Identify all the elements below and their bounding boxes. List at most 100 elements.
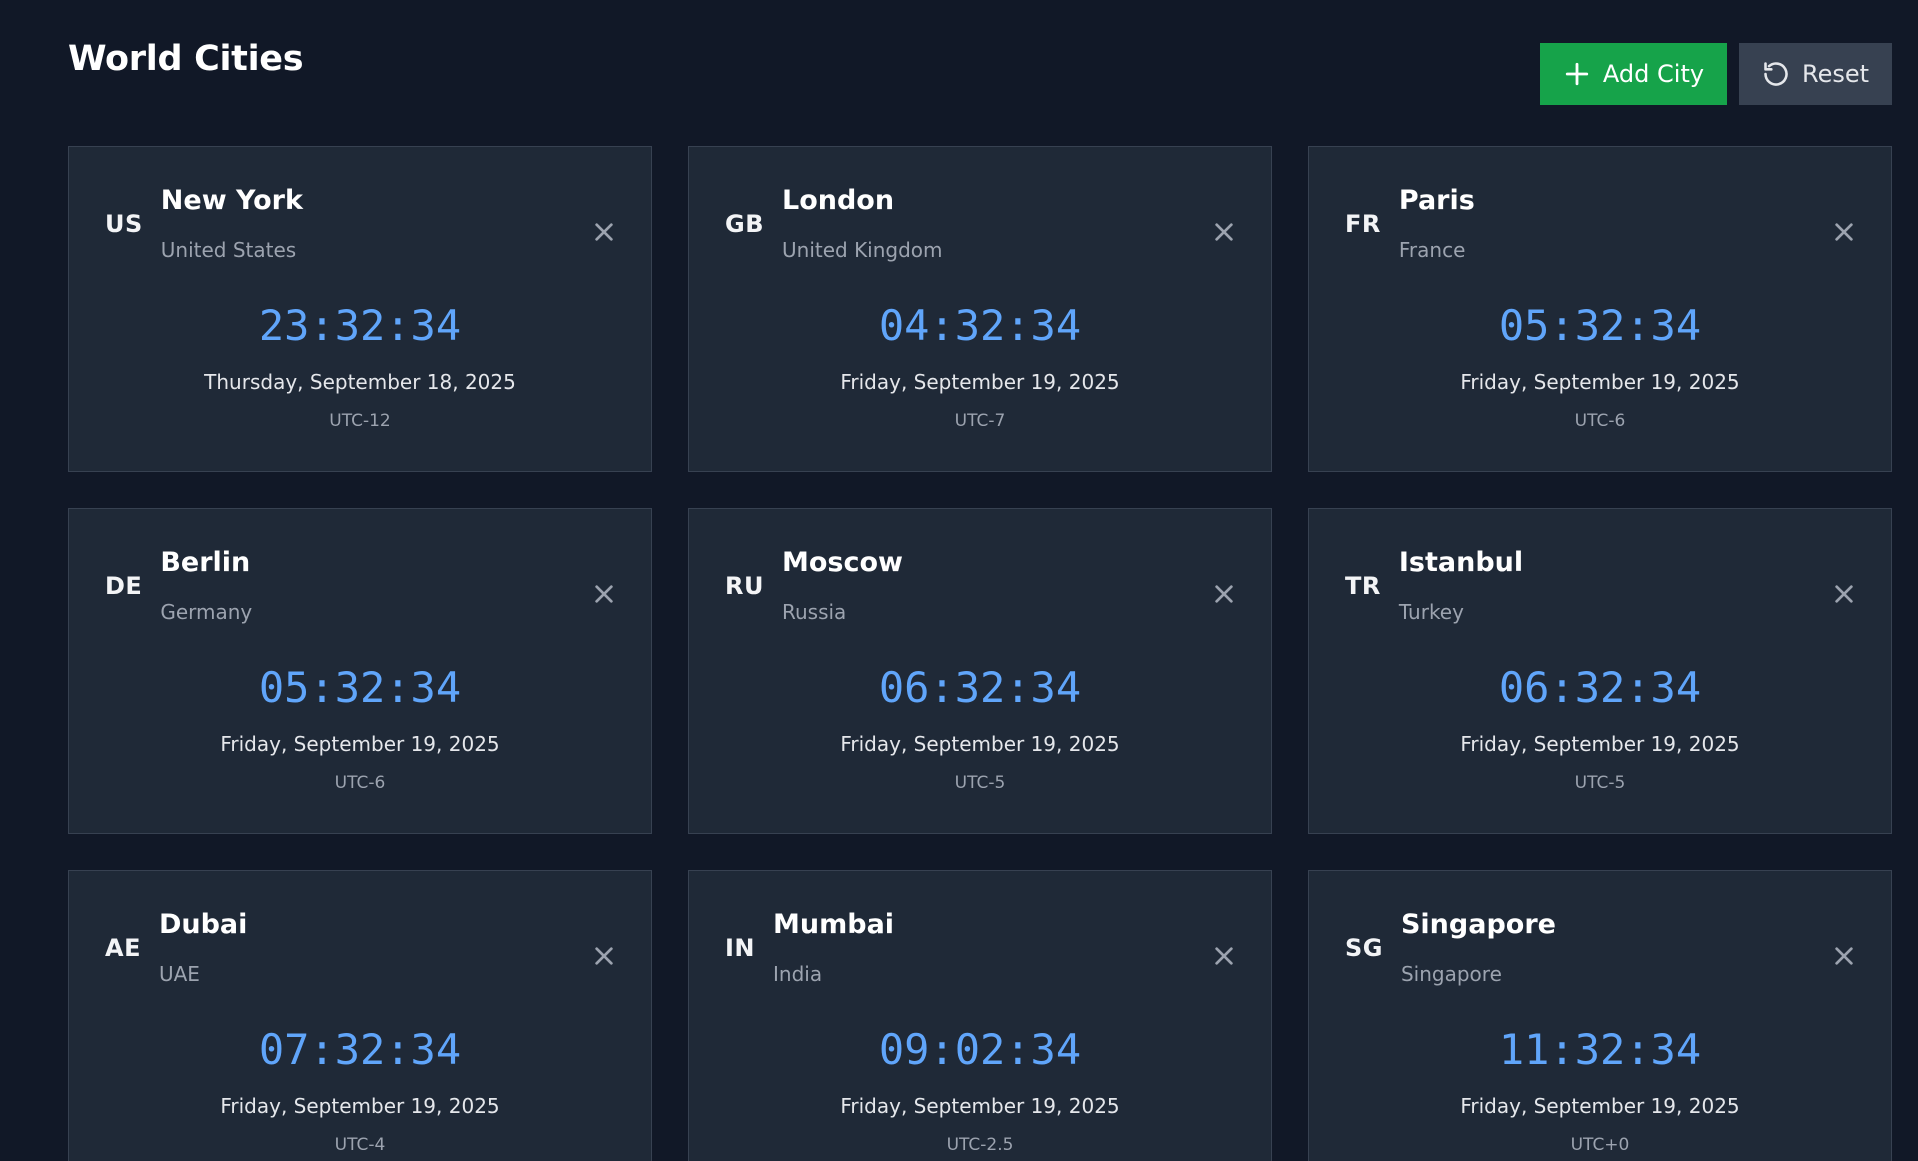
close-icon — [1215, 585, 1233, 603]
city-name: Moscow — [781, 547, 903, 578]
plus-icon — [1563, 60, 1591, 88]
city-card-london: GB London United Kingdom 04:32:34 Friday… — [688, 146, 1272, 472]
country-code: FR — [1345, 209, 1381, 238]
card-head: DE Berlin Germany — [105, 549, 252, 622]
city-name: Mumbai — [773, 909, 895, 940]
country-name: India — [773, 962, 823, 986]
card-head: RU Moscow Russia — [725, 549, 903, 622]
city-names: London United Kingdom — [782, 187, 943, 260]
reset-button[interactable]: Reset — [1739, 43, 1892, 105]
header-actions: Add City Reset — [1540, 43, 1892, 105]
city-date: Friday, September 19, 2025 — [1460, 370, 1740, 394]
country-code: IN — [725, 933, 756, 962]
city-time: 07:32:34 — [258, 1025, 462, 1074]
card-head: TR Istanbul Turkey — [1345, 549, 1523, 622]
rotate-ccw-icon — [1762, 60, 1790, 88]
city-time: 06:32:34 — [1498, 663, 1702, 712]
close-icon — [595, 585, 613, 603]
city-names: Mumbai India — [773, 911, 894, 984]
city-grid: US New York United States 23:32:34 Thurs… — [68, 146, 1892, 1161]
utc-offset: UTC-5 — [954, 773, 1006, 793]
city-names: Singapore Singapore — [1401, 911, 1556, 984]
city-date: Friday, September 19, 2025 — [1460, 732, 1740, 756]
country-name: Singapore — [1400, 962, 1502, 986]
country-code: DE — [105, 571, 143, 600]
remove-city-button[interactable] — [1207, 215, 1241, 249]
city-date: Friday, September 19, 2025 — [220, 732, 500, 756]
city-time: 06:32:34 — [878, 663, 1082, 712]
country-name: Turkey — [1398, 600, 1464, 624]
close-icon — [1215, 947, 1233, 965]
city-name: Berlin — [160, 547, 251, 578]
remove-city-button[interactable] — [1207, 577, 1241, 611]
add-city-button[interactable]: Add City — [1540, 43, 1727, 105]
city-date: Friday, September 19, 2025 — [1460, 1094, 1740, 1118]
utc-offset: UTC-12 — [329, 411, 391, 431]
card-head: FR Paris France — [1345, 187, 1475, 260]
utc-offset: UTC-7 — [954, 411, 1006, 431]
close-icon — [1835, 223, 1853, 241]
city-card-mumbai: IN Mumbai India 09:02:34 Friday, Septemb… — [688, 870, 1272, 1161]
card-head: IN Mumbai India — [725, 911, 894, 984]
remove-city-button[interactable] — [1827, 577, 1861, 611]
city-time: 05:32:34 — [258, 663, 462, 712]
add-city-label: Add City — [1602, 60, 1705, 88]
country-name: France — [1398, 238, 1466, 262]
remove-city-button[interactable] — [587, 939, 621, 973]
utc-offset: UTC-2.5 — [946, 1135, 1014, 1155]
utc-offset: UTC-6 — [1574, 411, 1626, 431]
close-icon — [1215, 223, 1233, 241]
utc-offset: UTC-4 — [334, 1135, 386, 1155]
city-time: 23:32:34 — [258, 301, 462, 350]
country-code: SG — [1345, 933, 1383, 962]
header: World Cities Add City Reset — [68, 0, 1892, 130]
city-date: Friday, September 19, 2025 — [840, 732, 1120, 756]
city-names: New York United States — [161, 187, 303, 260]
close-icon — [595, 223, 613, 241]
world-cities-app: World Cities Add City Reset US New York … — [0, 0, 1918, 1161]
card-head: AE Dubai UAE — [105, 911, 247, 984]
city-name: New York — [160, 185, 303, 216]
reset-label: Reset — [1801, 60, 1870, 88]
remove-city-button[interactable] — [1207, 939, 1241, 973]
city-card-berlin: DE Berlin Germany 05:32:34 Friday, Septe… — [68, 508, 652, 834]
city-names: Berlin Germany — [160, 549, 252, 622]
city-card-new-york: US New York United States 23:32:34 Thurs… — [68, 146, 652, 472]
close-icon — [595, 947, 613, 965]
card-head: GB London United Kingdom — [725, 187, 943, 260]
city-names: Moscow Russia — [782, 549, 903, 622]
card-head: US New York United States — [105, 187, 303, 260]
city-name: Paris — [1398, 185, 1475, 216]
close-icon — [1835, 585, 1853, 603]
city-names: Dubai UAE — [159, 911, 247, 984]
remove-city-button[interactable] — [1827, 215, 1861, 249]
city-date: Friday, September 19, 2025 — [220, 1094, 500, 1118]
country-name: United States — [160, 238, 297, 262]
card-head: SG Singapore Singapore — [1345, 911, 1556, 984]
country-name: United Kingdom — [782, 238, 943, 262]
close-icon — [1835, 947, 1853, 965]
utc-offset: UTC-6 — [334, 773, 386, 793]
city-time: 11:32:34 — [1498, 1025, 1702, 1074]
remove-city-button[interactable] — [1827, 939, 1861, 973]
country-code: RU — [725, 571, 764, 600]
city-card-dubai: AE Dubai UAE 07:32:34 Friday, September … — [68, 870, 652, 1161]
city-date: Friday, September 19, 2025 — [840, 370, 1120, 394]
city-card-istanbul: TR Istanbul Turkey 06:32:34 Friday, Sept… — [1308, 508, 1892, 834]
city-time: 09:02:34 — [878, 1025, 1082, 1074]
city-time: 04:32:34 — [878, 301, 1082, 350]
country-code: AE — [105, 933, 141, 962]
country-name: Russia — [781, 600, 847, 624]
city-card-singapore: SG Singapore Singapore 11:32:34 Friday, … — [1308, 870, 1892, 1161]
city-time: 05:32:34 — [1498, 301, 1702, 350]
city-name: London — [782, 185, 895, 216]
country-name: UAE — [158, 962, 200, 986]
city-name: Istanbul — [1398, 547, 1524, 578]
city-card-moscow: RU Moscow Russia 06:32:34 Friday, Septem… — [688, 508, 1272, 834]
city-card-paris: FR Paris France 05:32:34 Friday, Septemb… — [1308, 146, 1892, 472]
remove-city-button[interactable] — [587, 577, 621, 611]
city-date: Friday, September 19, 2025 — [840, 1094, 1120, 1118]
city-names: Paris France — [1399, 187, 1475, 260]
remove-city-button[interactable] — [587, 215, 621, 249]
city-name: Dubai — [158, 909, 248, 940]
